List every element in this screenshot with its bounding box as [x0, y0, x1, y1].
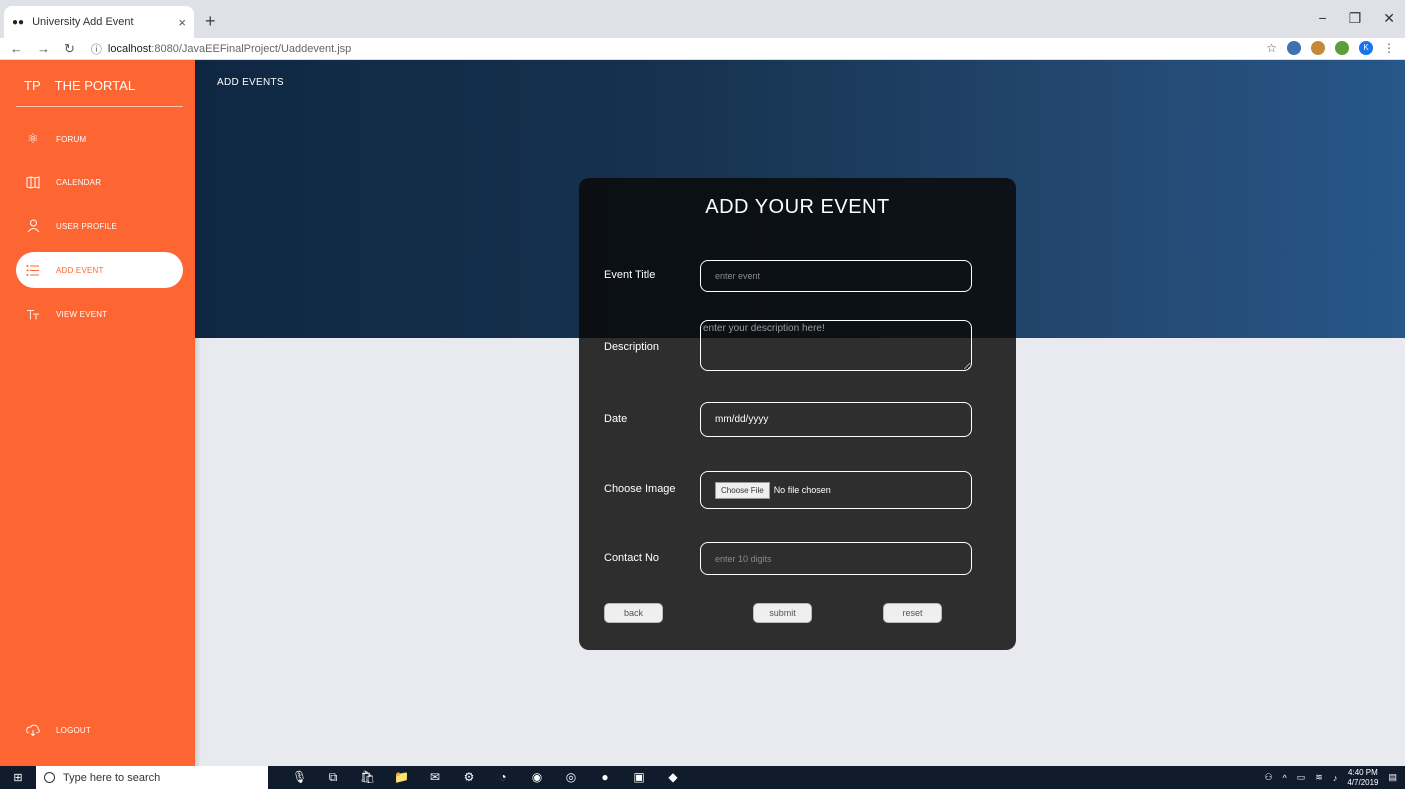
sidebar-item-label: FORUM — [56, 134, 87, 144]
browser-extensions: ☆ K ⋮ — [1266, 41, 1395, 55]
file-status-text: No file chosen — [773, 485, 831, 495]
settings-app-icon[interactable]: ⚙ — [462, 770, 476, 785]
nav-buttons: ← → ↻ — [10, 41, 75, 57]
forward-arrow-icon[interactable]: → — [37, 41, 50, 57]
image-file-input[interactable]: Choose File No file chosen — [700, 471, 972, 509]
contact-label: Contact No — [604, 552, 660, 564]
microphone-icon[interactable]: 🎙 — [292, 770, 307, 785]
text-icon — [26, 307, 40, 321]
firefox-icon[interactable]: ◎ — [564, 770, 578, 785]
form-title: ADD YOUR EVENT — [705, 196, 890, 218]
task-view-icon[interactable]: ⧉ — [326, 770, 340, 785]
logout-button[interactable]: LOGOUT — [16, 712, 183, 748]
sidebar-item-add-event[interactable]: ADD EVENT — [16, 252, 183, 288]
date-value: mm/dd/yyyy — [715, 414, 769, 425]
volume-icon[interactable]: ♪ — [1333, 773, 1338, 783]
logo-abbr: TP — [24, 78, 41, 93]
event-title-label: Event Title — [604, 269, 656, 281]
description-label: Description — [604, 341, 660, 353]
atom-icon: ⚛ — [27, 131, 39, 146]
list-icon — [26, 263, 40, 277]
reset-button[interactable]: reset — [883, 603, 942, 623]
sidebar-item-label: USER PROFILE — [56, 221, 118, 231]
sidebar: TP THE PORTAL ⚛ FORUM CALENDAR USER PROF… — [0, 60, 195, 766]
sidebar-item-forum[interactable]: ⚛ FORUM — [16, 121, 183, 157]
browser-toolbar: ← → ↻ ⓘ localhost:8080/JavaEEFinalProjec… — [0, 38, 1405, 60]
back-button[interactable]: back — [604, 603, 663, 623]
logo-text: THE PORTAL — [54, 78, 136, 93]
system-tray: ⚇ ^ ▭ ≋ ♪ 4:40 PM 4/7/2019 ▤ — [1264, 766, 1397, 789]
description-textarea[interactable] — [700, 320, 972, 371]
tray-chevron-icon[interactable]: ^ — [1283, 773, 1287, 783]
people-icon[interactable]: ⚇ — [1264, 772, 1272, 783]
profile-avatar[interactable]: K — [1359, 41, 1373, 55]
browser-menu-icon[interactable]: ⋮ — [1383, 41, 1395, 55]
date-input[interactable]: mm/dd/yyyy — [700, 402, 972, 437]
media-app-icon[interactable]: ● — [598, 770, 612, 785]
battery-icon[interactable]: ▭ — [1297, 772, 1306, 783]
window-controls: − ❐ ✕ — [1319, 10, 1395, 27]
sidebar-item-user-profile[interactable]: USER PROFILE — [16, 208, 183, 244]
tab-title: University Add Event — [32, 16, 134, 28]
map-icon — [26, 175, 40, 189]
taskbar-apps: 🎙 ⧉ 🛍 📁 ✉ ⚙ ◔ ◉ ◎ ● ▣ ◆ — [292, 770, 680, 785]
browser-tab[interactable]: ●● University Add Event × — [4, 6, 194, 38]
tab-close-icon[interactable]: × — [178, 15, 186, 30]
user-icon — [26, 219, 40, 233]
minimize-icon[interactable]: − — [1319, 10, 1327, 27]
url-host: localhost — [107, 42, 152, 55]
notifications-icon[interactable]: ▤ — [1388, 772, 1397, 783]
choose-file-button[interactable]: Choose File — [715, 481, 770, 499]
logout-icon — [26, 723, 40, 737]
box-app-icon[interactable]: ◆ — [666, 770, 680, 785]
add-event-card: ADD YOUR EVENT Event Title Description D… — [579, 178, 1016, 650]
date-label: Date — [604, 413, 628, 425]
chrome-icon[interactable]: ◉ — [530, 770, 544, 785]
windows-taskbar: ⊞ Type here to search 🎙 ⧉ 🛍 📁 ✉ ⚙ ◔ ◉ ◎ … — [0, 766, 1405, 789]
file-explorer-icon[interactable]: 📁 — [394, 770, 409, 785]
wifi-icon[interactable]: ≋ — [1315, 772, 1323, 783]
info-icon[interactable]: ⓘ — [91, 41, 102, 57]
extension-face-icon[interactable] — [1311, 41, 1325, 55]
sidebar-item-label: ADD EVENT — [56, 265, 104, 275]
clock-date: 4/7/2019 — [1347, 777, 1379, 787]
cortana-icon — [44, 772, 55, 783]
restore-icon[interactable]: ❐ — [1349, 10, 1362, 27]
sidebar-item-calendar[interactable]: CALENDAR — [16, 164, 183, 200]
logout-label: LOGOUT — [56, 725, 91, 735]
contact-input[interactable] — [700, 542, 972, 575]
event-title-input[interactable] — [700, 260, 972, 292]
reload-icon[interactable]: ↻ — [64, 41, 75, 57]
sidebar-item-label: CALENDAR — [56, 177, 102, 187]
sidebar-item-view-event[interactable]: VIEW EVENT — [16, 296, 183, 332]
url-path: :8080/JavaEEFinalProject/Uaddevent.jsp — [151, 42, 352, 55]
sidebar-shadow — [195, 60, 201, 766]
clock-time: 4:40 PM — [1348, 767, 1378, 777]
choose-image-label: Choose Image — [604, 483, 676, 495]
submit-button[interactable]: submit — [753, 603, 812, 623]
browser-tabstrip: ●● University Add Event × + − ❐ ✕ — [0, 0, 1405, 38]
mail-icon[interactable]: ✉ — [428, 770, 442, 785]
taskbar-search[interactable]: Type here to search — [36, 766, 268, 789]
brand-divider — [16, 106, 183, 107]
sidebar-item-label: VIEW EVENT — [56, 309, 108, 319]
store-icon[interactable]: 🛍 — [360, 770, 375, 785]
taskbar-clock[interactable]: 4:40 PM 4/7/2019 — [1347, 768, 1378, 788]
taskbar-search-text: Type here to search — [63, 771, 161, 784]
extension-shield-icon[interactable] — [1287, 41, 1301, 55]
close-window-icon[interactable]: ✕ — [1383, 10, 1395, 27]
sidebar-brand[interactable]: TP THE PORTAL — [0, 60, 195, 106]
address-bar[interactable]: ⓘ localhost:8080/JavaEEFinalProject/Uadd… — [91, 41, 351, 57]
speedometer-app-icon[interactable]: ◔ — [496, 770, 510, 785]
page-title: ADD EVENTS — [217, 77, 284, 88]
xampp-icon[interactable]: ▣ — [632, 770, 646, 785]
windows-start-icon[interactable]: ⊞ — [0, 771, 36, 784]
new-tab-button[interactable]: + — [205, 11, 216, 32]
back-arrow-icon[interactable]: ← — [10, 41, 23, 57]
favicon-icon: ●● — [12, 16, 25, 28]
extension-globe-icon[interactable] — [1335, 41, 1349, 55]
bookmark-star-icon[interactable]: ☆ — [1266, 41, 1277, 55]
